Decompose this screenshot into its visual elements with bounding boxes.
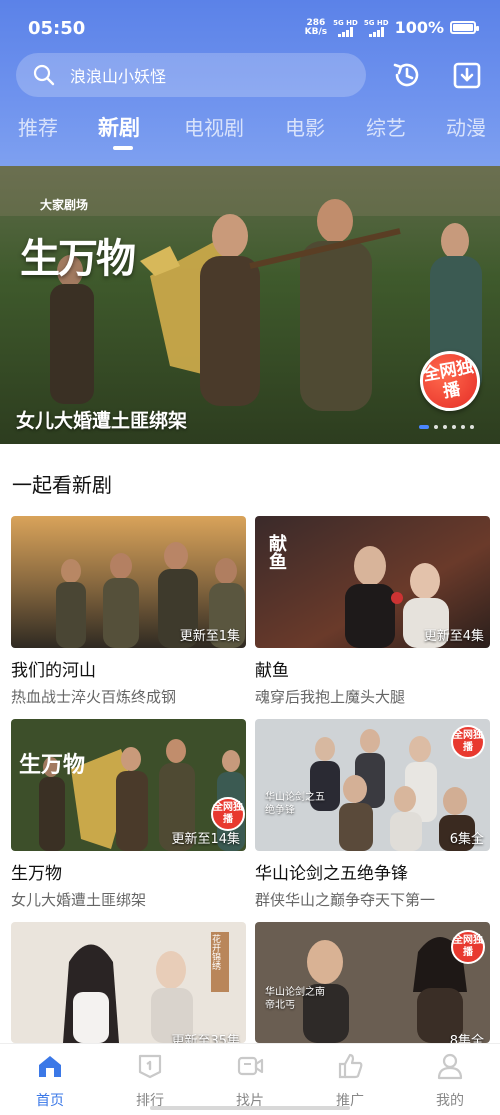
- active-tab-indicator: [113, 146, 133, 150]
- card-subtitle: 女儿大婚遭土匪绑架: [11, 891, 147, 909]
- exclusive-badge: 全网独播: [451, 725, 485, 759]
- nav-label: 首页: [36, 1093, 64, 1109]
- thumbnail-title-overlay: 花开锦绣: [210, 934, 220, 970]
- card-subtitle: 魂穿后我抱上魔头大腿: [255, 688, 406, 706]
- thumbnail-title-overlay: 华山论剑之五绝争锋: [265, 792, 325, 816]
- download-button[interactable]: [448, 56, 486, 94]
- card-thumbnail: 更新至1集: [11, 516, 246, 648]
- section-title: 一起看新剧: [12, 473, 112, 497]
- app-header: 05:50 286 KB/s 5G HD 5G HD 100% 浪浪山小妖怪 推…: [0, 0, 500, 166]
- card-subtitle: 热血战士淬火百炼终成钢: [11, 688, 177, 706]
- card-title: 献鱼: [255, 661, 289, 681]
- nav-profile[interactable]: 我的: [410, 1052, 490, 1110]
- episode-badge: 更新至35集: [171, 1034, 240, 1043]
- status-bar: 05:50 286 KB/s 5G HD 5G HD 100%: [0, 0, 500, 60]
- nav-find-video[interactable]: 找片: [210, 1052, 290, 1110]
- history-button[interactable]: [388, 56, 426, 94]
- tab-tv-series[interactable]: 电视剧: [184, 112, 244, 141]
- category-tabs: 推荐 新剧 电视剧 电影 综艺 动漫: [0, 112, 500, 152]
- search-placeholder: 浪浪山小妖怪: [70, 67, 167, 86]
- status-indicators: 286 KB/s 5G HD 5G HD 100%: [304, 17, 479, 37]
- card-subtitle: 群侠华山之巅争夺天下第一: [255, 891, 436, 909]
- carousel-dot: [443, 425, 447, 429]
- battery-percent: 100%: [394, 18, 444, 37]
- episode-badge: 更新至4集: [423, 629, 484, 644]
- history-icon: [393, 63, 419, 87]
- download-icon: [453, 62, 481, 89]
- tab-variety[interactable]: 综艺: [366, 112, 406, 141]
- episode-badge: 8集全: [449, 1034, 484, 1043]
- exclusive-badge: 全网独播: [211, 797, 245, 831]
- drama-card[interactable]: 花开锦绣 更新至35集: [11, 922, 246, 1043]
- thumbnail-title-overlay: 献鱼: [266, 534, 287, 570]
- carousel-dot: [434, 425, 438, 429]
- hero-banner[interactable]: 大家剧场 生万物 全网独播 女儿大婚遭土匪绑架: [0, 166, 500, 444]
- drama-card[interactable]: 华山论剑之五绝争锋 全网独播 6集全 华山论剑之五绝争锋 群侠华山之巅争夺天下第…: [255, 719, 490, 910]
- card-title: 华山论剑之五绝争锋: [255, 864, 408, 884]
- carousel-indicator: [419, 425, 474, 429]
- battery-icon: [450, 21, 479, 34]
- card-thumbnail: 花开锦绣 更新至35集: [11, 922, 246, 1043]
- profile-icon: [437, 1053, 463, 1080]
- bottom-navigation: 首页 排行 找片 推广 我的: [0, 1043, 500, 1115]
- rank-icon: [138, 1054, 162, 1079]
- thumbnail-title-overlay: 生万物: [19, 752, 86, 778]
- network-speed: 286 KB/s: [304, 17, 328, 37]
- drama-card[interactable]: 献鱼 更新至4集 献鱼 魂穿后我抱上魔头大腿: [255, 516, 490, 707]
- exclusive-badge: 全网独播: [451, 930, 485, 964]
- drama-card[interactable]: 更新至1集 我们的河山 热血战士淬火百炼终成钢: [11, 516, 246, 707]
- carousel-dot: [419, 425, 429, 429]
- episode-badge: 更新至1集: [179, 629, 240, 644]
- search-icon: [33, 64, 55, 86]
- thumbnail-title-overlay: 华山论剑之南帝北丐: [265, 987, 325, 1011]
- carousel-dot: [461, 425, 465, 429]
- tab-movie[interactable]: 电影: [285, 112, 325, 141]
- show-logo: 生万物: [20, 235, 136, 282]
- episode-badge: 更新至14集: [171, 832, 240, 847]
- nav-label: 我的: [436, 1093, 464, 1109]
- signal-icon: 5G HD: [364, 19, 389, 37]
- tab-recommend[interactable]: 推荐: [18, 112, 58, 141]
- carousel-dot: [470, 425, 474, 429]
- card-thumbnail: 华山论剑之五绝争锋 全网独播 6集全: [255, 719, 490, 851]
- thumb-up-icon: [338, 1053, 363, 1079]
- home-indicator[interactable]: [150, 1106, 350, 1110]
- tab-new-drama[interactable]: 新剧: [98, 112, 140, 142]
- video-search-icon: [237, 1056, 264, 1076]
- card-title: 生万物: [11, 864, 62, 884]
- drama-card[interactable]: 生万物 全网独播 更新至14集 生万物 女儿大婚遭土匪绑架: [11, 719, 246, 910]
- status-time: 05:50: [28, 18, 86, 39]
- home-icon: [39, 1056, 61, 1077]
- tab-anime[interactable]: 动漫: [446, 112, 486, 141]
- episode-badge: 6集全: [449, 832, 484, 847]
- banner-caption: 女儿大婚遭土匪绑架: [16, 410, 188, 432]
- nav-promote[interactable]: 推广: [310, 1052, 390, 1110]
- carousel-dot: [452, 425, 456, 429]
- nav-rank[interactable]: 排行: [110, 1052, 190, 1110]
- card-title: 我们的河山: [11, 661, 96, 681]
- card-thumbnail: 献鱼 更新至4集: [255, 516, 490, 648]
- nav-home[interactable]: 首页: [10, 1052, 90, 1110]
- drama-card[interactable]: 华山论剑之南帝北丐 全网独播 8集全: [255, 922, 490, 1043]
- signal-icon: 5G HD: [333, 19, 358, 37]
- search-bar[interactable]: 浪浪山小妖怪: [16, 53, 366, 97]
- studio-label: 大家剧场: [40, 198, 89, 212]
- card-thumbnail: 华山论剑之南帝北丐 全网独播 8集全: [255, 922, 490, 1043]
- card-thumbnail: 生万物 全网独播 更新至14集: [11, 719, 246, 851]
